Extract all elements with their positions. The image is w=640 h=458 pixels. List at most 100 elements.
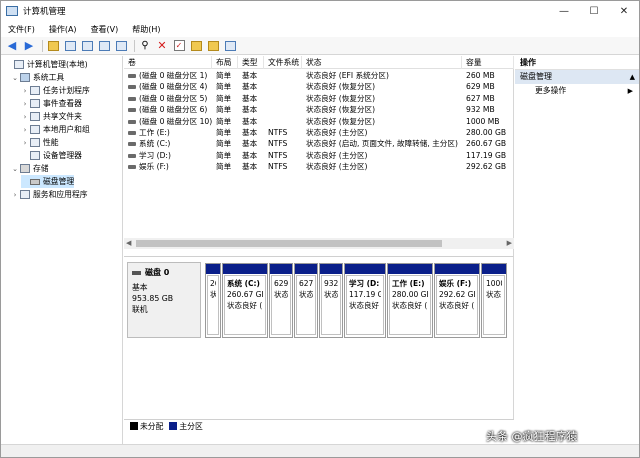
volume-list: 卷 布局 类型 文件系统 状态 容量 (磁盘 0 磁盘分区 1)简单基本状态良好… [124, 56, 514, 256]
close-button[interactable]: ✕ [609, 1, 639, 21]
column-header-volume[interactable]: 卷 [124, 56, 212, 69]
partition-block[interactable]: 工作 (E:)280.00 GE状态良好 ( [387, 263, 433, 338]
tree-item[interactable]: ›共享文件夹 [21, 110, 82, 123]
actions-section-disk-management[interactable]: 磁盘管理 ▲ [515, 70, 639, 84]
cell-text: 基本 [242, 139, 257, 148]
partition-block[interactable]: 932状态 [319, 263, 343, 338]
table-cell: 629 MB [462, 81, 514, 92]
properties-icon[interactable] [80, 39, 94, 53]
scrollbar-thumb[interactable] [136, 240, 442, 247]
cell-text: 学习 (D:) [139, 151, 171, 160]
tree-expander-icon[interactable]: › [21, 139, 29, 147]
folder-up-icon[interactable] [46, 39, 60, 53]
properties-sheet-icon[interactable] [223, 39, 237, 53]
table-cell: 基本 [238, 70, 264, 81]
tree-item[interactable]: ›服务和应用程序 [11, 188, 88, 201]
partition-size: 292.62 GE [439, 289, 475, 300]
tree-expander-icon[interactable]: ⌄ [11, 74, 19, 82]
table-cell: (磁盘 0 磁盘分区 5) [124, 93, 212, 104]
table-cell: 简单 [212, 150, 238, 161]
tree-item[interactable]: 设备管理器 [21, 149, 82, 162]
disk-0-info[interactable]: 磁盘 0 基本 953.85 GB 联机 [127, 262, 201, 338]
partition-block[interactable]: 1000状态 [481, 263, 507, 338]
tree-item[interactable]: ›本地用户和组 [21, 123, 90, 136]
column-header-layout[interactable]: 布局 [212, 56, 238, 69]
tree-item[interactable]: ›性能 [21, 136, 59, 149]
tree-item-label: 存储 [33, 163, 49, 174]
table-row[interactable]: (磁盘 0 磁盘分区 1)简单基本状态良好 (EFI 系统分区)260 MB [124, 70, 514, 81]
partition-block[interactable]: 260状态 [205, 263, 221, 338]
tree-item[interactable]: ›事件查看器 [21, 97, 82, 110]
partition-block[interactable]: 629状态 [269, 263, 293, 338]
scroll-right-icon[interactable]: ▶ [507, 239, 512, 247]
tree-item[interactable]: 磁盘管理 [21, 175, 74, 188]
help-icon[interactable] [97, 39, 111, 53]
minimize-button[interactable]: — [549, 1, 579, 21]
tree-expander-icon[interactable]: › [21, 87, 29, 95]
horizontal-scrollbar[interactable]: ◀ ▶ [124, 238, 514, 249]
cell-text: 基本 [242, 162, 257, 171]
menu-action[interactable]: 操作(A) [42, 24, 84, 35]
collapse-caret-icon[interactable]: ▲ [630, 70, 635, 84]
device-icon [30, 151, 40, 160]
show-hide-console-tree-icon[interactable] [63, 39, 77, 53]
table-cell [264, 104, 302, 115]
cell-text: 简单 [216, 128, 231, 137]
cell-text: 629 MB [466, 82, 495, 91]
partition-block[interactable]: 627状态 [294, 263, 318, 338]
table-cell: 260.67 GB [462, 138, 514, 149]
volume-icon [128, 97, 136, 101]
table-row[interactable]: (磁盘 0 磁盘分区 10)简单基本状态良好 (恢复分区)1000 MB [124, 116, 514, 127]
search-icon[interactable] [206, 39, 220, 53]
table-row[interactable]: (磁盘 0 磁盘分区 5)简单基本状态良好 (恢复分区)627 MB [124, 93, 514, 104]
cell-text: 工作 (E:) [139, 128, 170, 137]
volume-icon [128, 154, 136, 158]
back-arrow-icon[interactable]: ◀ [5, 39, 19, 53]
table-row[interactable]: (磁盘 0 磁盘分区 6)简单基本状态良好 (恢复分区)932 MB [124, 104, 514, 115]
legend-label: 未分配 [140, 421, 163, 432]
partition-block[interactable]: 娱乐 (F:)292.62 GE状态良好 ( [434, 263, 480, 338]
tree-item[interactable]: 计算机管理(本地) [5, 58, 88, 71]
scroll-left-icon[interactable]: ◀ [126, 239, 131, 247]
column-header-type[interactable]: 类型 [238, 56, 264, 69]
maximize-button[interactable]: ☐ [579, 1, 609, 21]
menu-view[interactable]: 查看(V) [84, 24, 126, 35]
show-action-pane-icon[interactable] [114, 39, 128, 53]
partition-block[interactable]: 系统 (C:)260.67 GE状态良好 ( [222, 263, 268, 338]
volume-icon [128, 120, 136, 124]
tree-item[interactable]: ⌄ 存储 [11, 162, 49, 175]
table-row[interactable]: 工作 (E:)简单基本NTFS状态良好 (主分区)280.00 GB [124, 127, 514, 138]
tree-expander-icon[interactable]: ⌄ [11, 165, 19, 173]
check-icon[interactable]: ✓ [172, 39, 186, 53]
column-header-status[interactable]: 状态 [302, 56, 462, 69]
tree-item[interactable]: ⌄系统工具 [11, 71, 64, 84]
cell-text: 简单 [216, 117, 231, 126]
menu-help[interactable]: 帮助(H) [125, 24, 167, 35]
table-cell: 学习 (D:) [124, 150, 212, 161]
legend-swatch [130, 422, 138, 430]
tree-expander-icon[interactable]: › [21, 100, 29, 108]
table-cell: 117.19 GB [462, 150, 514, 161]
table-cell: 状态良好 (主分区) [302, 127, 462, 138]
table-row[interactable]: 娱乐 (F:)简单基本NTFS状态良好 (主分区)292.62 GB [124, 161, 514, 172]
menu-file[interactable]: 文件(F) [1, 24, 42, 35]
more-actions-item[interactable]: 更多操作 ▶ [515, 84, 639, 98]
connect-drive-icon[interactable]: ⚲ [138, 39, 152, 53]
tree-expander-icon[interactable]: › [21, 126, 29, 134]
forward-arrow-icon[interactable]: ▶ [22, 39, 36, 53]
column-header-capacity[interactable]: 容量 [462, 56, 514, 69]
table-row[interactable]: 学习 (D:)简单基本NTFS状态良好 (主分区)117.19 GB [124, 150, 514, 161]
partition-block[interactable]: 学习 (D:117.19 G状态良好 [344, 263, 386, 338]
partition-details: 学习 (D:117.19 G状态良好 [346, 275, 384, 335]
column-header-filesystem[interactable]: 文件系统 [264, 56, 302, 69]
table-cell: 932 MB [462, 104, 514, 115]
submenu-arrow-icon: ▶ [628, 84, 633, 98]
open-icon[interactable] [189, 39, 203, 53]
partition-status: 状态良好 ( [227, 300, 263, 311]
tree-expander-icon[interactable]: › [21, 113, 29, 121]
table-row[interactable]: 系统 (C:)简单基本NTFS状态良好 (启动, 页面文件, 故障转储, 主分区… [124, 138, 514, 149]
delete-icon[interactable]: ✕ [155, 39, 169, 53]
table-row[interactable]: (磁盘 0 磁盘分区 4)简单基本状态良好 (恢复分区)629 MB [124, 81, 514, 92]
tree-expander-icon[interactable]: › [11, 191, 19, 199]
tree-item[interactable]: ›任务计划程序 [21, 84, 90, 97]
